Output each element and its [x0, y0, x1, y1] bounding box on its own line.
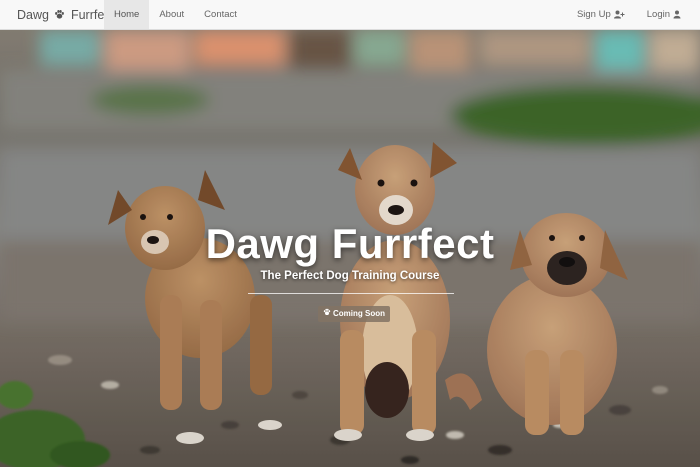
login-link[interactable]: Login [643, 0, 685, 29]
main-nav: Home About Contact [104, 0, 247, 29]
brand-logo[interactable]: Dawg Furrfect [17, 0, 114, 30]
user-icon [673, 10, 681, 19]
hero-divider [248, 293, 454, 294]
coming-soon-badge: Coming Soon [318, 306, 390, 322]
user-plus-icon [613, 10, 625, 19]
paw-icon [323, 306, 331, 322]
coming-soon-label: Coming Soon [333, 309, 385, 318]
signup-label: Sign Up [576, 9, 611, 20]
hero-content: Dawg Furrfect The Perfect Dog Training C… [0, 30, 700, 467]
hero-title: Dawg Furrfect [205, 220, 495, 267]
signup-link[interactable]: Sign Up [573, 0, 629, 29]
login-label: Login [646, 9, 670, 20]
nav-about-link[interactable]: About [149, 0, 194, 29]
hero-section: Dawg Furrfect The Perfect Dog Training C… [0, 30, 700, 467]
navbar: Dawg Furrfect Home About Contact Sign Up [0, 0, 700, 30]
account-nav: Sign Up Login [573, 0, 685, 29]
nav-home-link[interactable]: Home [104, 0, 150, 29]
hero-subtitle: The Perfect Dog Training Course [260, 270, 440, 282]
nav-contact-link[interactable]: Contact [194, 0, 247, 29]
paw-icon [54, 1, 65, 31]
brand-text-first: Dawg [17, 8, 49, 22]
